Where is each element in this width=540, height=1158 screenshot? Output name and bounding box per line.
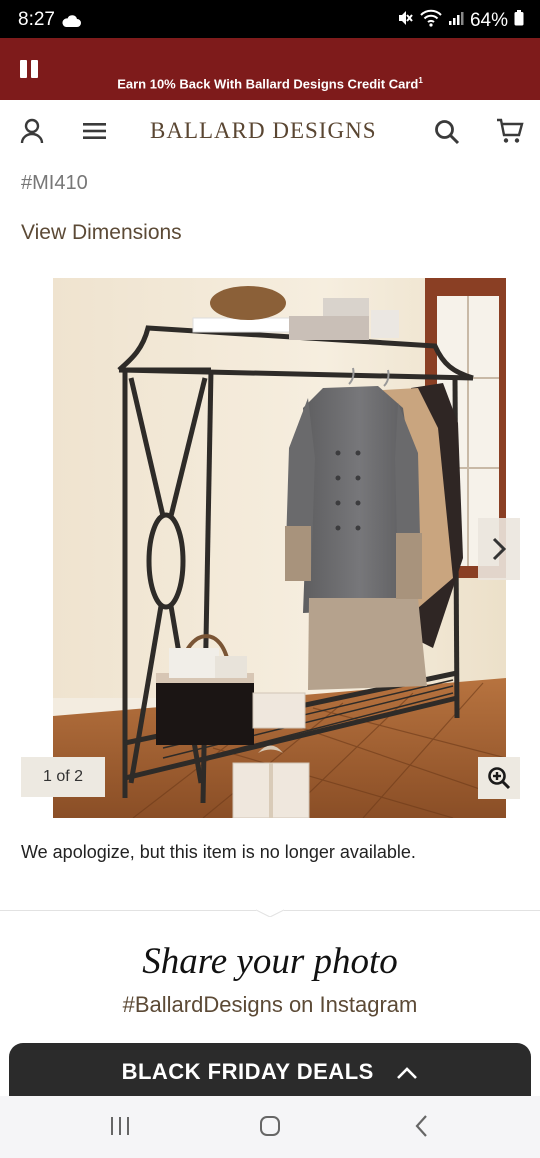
wifi-icon [420,9,442,33]
promo-banner[interactable]: Earn 10% Back With Ballard Designs Credi… [0,38,540,100]
battery-percent: 64% [469,10,508,31]
chevron-up-icon [396,1060,418,1086]
product-photo [53,278,506,818]
next-image-button[interactable] [478,518,520,580]
promo-text-label: Earn 10% Back With Ballard Designs Credi… [117,76,419,92]
brand-logo[interactable]: BALLARD DESIGNS [150,118,376,144]
search-icon[interactable] [434,119,460,150]
recent-apps-icon[interactable] [108,1114,132,1143]
menu-icon[interactable] [83,122,106,145]
instagram-hashtag[interactable]: #BallardDesigns on Instagram [0,992,540,1018]
back-icon[interactable] [412,1114,432,1143]
black-friday-deals-bar[interactable]: BLACK FRIDAY DEALS [9,1043,531,1103]
battery-icon [514,10,524,32]
share-title: Share your photo [142,941,398,982]
image-counter: 1 of 2 [21,757,105,797]
system-nav-bar [0,1096,540,1158]
divider-notch [256,909,284,917]
view-dimensions-link[interactable]: View Dimensions [21,221,182,245]
signal-icon [448,10,464,32]
deals-label: BLACK FRIDAY DEALS [121,1059,374,1084]
cloud-icon [61,12,81,34]
zoom-button[interactable] [478,757,520,799]
zoom-in-icon [488,767,511,790]
product-sku: #MI410 [21,172,88,194]
status-time: 8:27 [18,9,55,30]
mute-icon [396,9,414,33]
chevron-right-icon [492,537,507,561]
promo-text[interactable]: Earn 10% Back With Ballard Designs Credi… [0,76,540,91]
status-bar: 8:27 64% [0,0,540,38]
product-image[interactable] [53,278,506,818]
promo-superscript: 1 [418,76,423,85]
cart-icon[interactable] [496,117,524,150]
home-icon[interactable] [258,1114,282,1143]
account-icon[interactable] [20,118,44,149]
unavailable-message: We apologize, but this item is no longer… [21,842,416,862]
